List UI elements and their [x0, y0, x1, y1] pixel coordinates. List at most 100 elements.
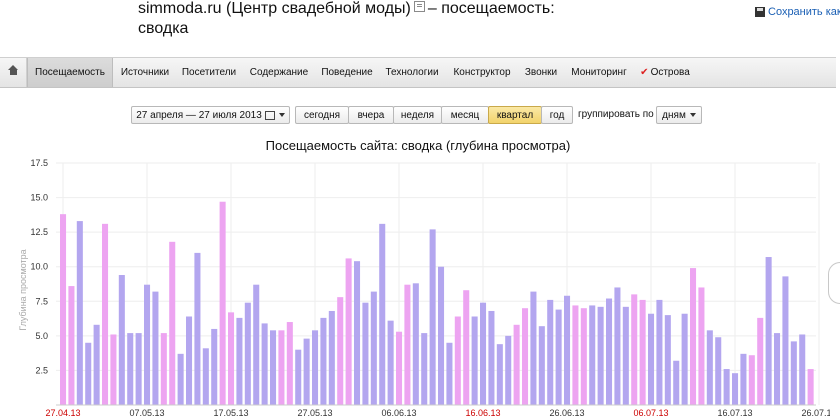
- checkmark-icon: ✔: [640, 67, 649, 78]
- chart-bar: [648, 313, 655, 405]
- group-by-value: дням: [662, 110, 686, 121]
- nav-calls[interactable]: Звонки: [520, 58, 562, 87]
- depth-bar-chart: 2.5 5.0 7.5 10.0 12.5 15.0 17.5 27.04.13 07.05.1…: [30, 158, 830, 418]
- chart-bar: [261, 323, 268, 405]
- x-tick-label: 26.06.13: [550, 408, 585, 418]
- chart-bar: [160, 333, 167, 405]
- chart-bar: [110, 334, 117, 405]
- chart-bar: [85, 342, 92, 405]
- chart-bar: [522, 308, 529, 405]
- y-tick-label: 12.5: [30, 227, 48, 237]
- x-tick-label: 16.06.13: [466, 408, 501, 418]
- chart-bar: [396, 331, 403, 405]
- calendar-icon: [264, 110, 275, 120]
- period-week-button[interactable]: неделя: [393, 106, 442, 124]
- chart-bar: [421, 333, 428, 405]
- chart-bar: [505, 335, 512, 405]
- y-tick-label: 7.5: [35, 296, 48, 306]
- period-month-button[interactable]: месяц: [441, 106, 489, 124]
- nav-visitors[interactable]: Посетители: [180, 58, 238, 87]
- chart-bar: [496, 344, 503, 405]
- chart-bar: [723, 369, 730, 405]
- chart-bar: [799, 334, 806, 405]
- chart-bar: [597, 306, 604, 405]
- chart-bar: [354, 261, 361, 405]
- nav-behavior[interactable]: Поведение: [317, 58, 377, 87]
- external-link-icon[interactable]: [413, 1, 425, 12]
- chart-bar: [732, 373, 739, 405]
- side-panel-tab[interactable]: [828, 262, 840, 304]
- chart-bar: [312, 330, 319, 405]
- nav-content[interactable]: Содержание: [245, 58, 313, 87]
- chart-bar: [278, 330, 285, 405]
- title-suffix: – посещаемость:: [427, 0, 555, 17]
- chart-bar: [614, 287, 621, 405]
- home-button[interactable]: [0, 58, 27, 87]
- nav-islands-label: Острова: [650, 67, 690, 78]
- chart-bar: [236, 317, 243, 405]
- chart-bar: [127, 333, 134, 405]
- house-icon: [8, 65, 18, 77]
- chart-bar: [765, 257, 772, 405]
- chart-bar: [807, 369, 814, 405]
- chart-bar: [463, 290, 470, 405]
- period-yesterday-button[interactable]: вчера: [348, 106, 394, 124]
- chart-bar: [446, 342, 453, 405]
- chart-bar: [93, 324, 100, 405]
- chart-bar: [102, 223, 109, 405]
- nav-sources[interactable]: Источники: [116, 58, 174, 87]
- chart-bar: [622, 306, 629, 405]
- chart-bar: [538, 326, 545, 405]
- chart-bar: [60, 214, 67, 405]
- nav-traffic[interactable]: Посещаемость: [27, 58, 113, 87]
- chart-bar: [656, 299, 663, 405]
- x-tick-label: 07.05.13: [130, 408, 165, 418]
- y-tick-label: 5.0: [35, 331, 48, 341]
- nav-constructor[interactable]: Конструктор: [448, 58, 516, 87]
- chart-bar: [118, 275, 125, 405]
- period-quarter-button[interactable]: квартал: [488, 106, 542, 124]
- chart-bar: [370, 291, 377, 405]
- period-today-button[interactable]: сегодня: [295, 106, 349, 124]
- chart-bar: [412, 283, 419, 405]
- chart-bar: [513, 324, 520, 405]
- chart-bar: [244, 302, 251, 405]
- chart-bar: [270, 330, 277, 405]
- chart-bar: [320, 317, 327, 405]
- x-tick-label: 27.04.13: [46, 408, 81, 418]
- chart-bar: [555, 309, 562, 405]
- y-tick-label: 17.5: [30, 158, 48, 168]
- chart-bar: [328, 310, 335, 405]
- chevron-down-icon: [689, 113, 696, 118]
- chart-bar: [530, 291, 537, 405]
- chart-bar: [144, 284, 151, 405]
- date-range-label: 27 апреля — 27 июля 2013: [136, 110, 262, 121]
- nav-monitoring[interactable]: Мониторинг: [568, 58, 630, 87]
- chart-bar: [748, 355, 755, 405]
- chart-bar: [774, 333, 781, 405]
- floppy-disk-icon: [755, 7, 765, 17]
- chart-bar: [757, 317, 764, 405]
- chart-bar: [169, 241, 176, 405]
- chart-bar: [303, 338, 310, 405]
- nav-islands[interactable]: ✔ Острова: [636, 58, 694, 87]
- chart-bar: [488, 310, 495, 405]
- chart-bar: [387, 320, 394, 405]
- chart-bar: [135, 333, 142, 405]
- group-by-select[interactable]: дням: [656, 106, 702, 124]
- save-as-link[interactable]: Сохранить как: [755, 6, 840, 18]
- chart-bar: [580, 308, 587, 405]
- chart-bar: [76, 221, 83, 405]
- chart-bar: [152, 291, 159, 405]
- chart-bar: [572, 305, 579, 405]
- date-range-picker[interactable]: 27 апреля — 27 июля 2013: [131, 106, 290, 124]
- chart-bar: [589, 305, 596, 405]
- chart-bar: [228, 312, 235, 405]
- chart-bar: [68, 286, 75, 405]
- chevron-down-icon: [278, 113, 285, 118]
- chart-bar: [480, 302, 487, 405]
- x-tick-label: 16.07.13: [718, 408, 753, 418]
- period-year-button[interactable]: год: [541, 106, 573, 124]
- nav-technologies[interactable]: Технологии: [382, 58, 442, 87]
- chart-bar: [715, 337, 722, 405]
